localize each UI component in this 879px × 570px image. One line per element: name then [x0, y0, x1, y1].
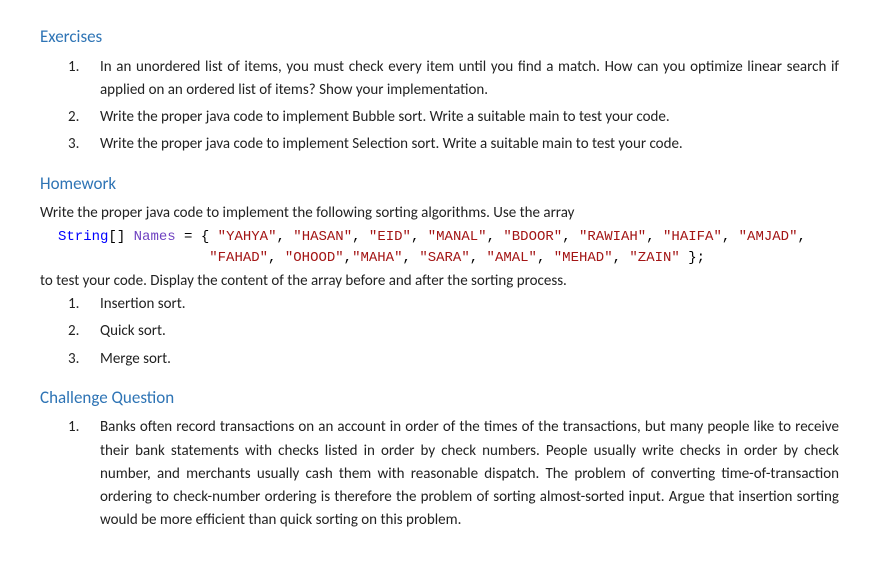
list-text: Merge sort. [100, 350, 171, 368]
code-type: String [58, 229, 108, 245]
code-brackets: [] [108, 229, 125, 245]
code-comma: , [646, 229, 663, 245]
code-value: "YAHYA" [218, 229, 277, 245]
list-text: Write the proper java code to implement … [100, 135, 683, 153]
code-comma: , [562, 229, 579, 245]
code-comma: , [797, 229, 805, 245]
code-comma: , [722, 229, 739, 245]
code-value: "OHOOD" [285, 250, 344, 266]
code-comma: , [403, 250, 420, 266]
code-value: "EID" [369, 229, 411, 245]
list-item: 1. Insertion sort. [68, 293, 839, 316]
code-varname: Names [134, 229, 176, 245]
homework-outro: to test your code. Display the content o… [40, 270, 839, 293]
code-value: "SARA" [419, 250, 469, 266]
code-comma: , [613, 250, 630, 266]
exercises-list: 1. In an unordered list of items, you mus… [40, 56, 839, 157]
code-comma: , [411, 229, 428, 245]
homework-heading: Homework [40, 171, 839, 197]
code-comma: , [470, 250, 487, 266]
list-text: Banks often record transactions on an ac… [100, 418, 839, 529]
code-value: "HAIFA" [663, 229, 722, 245]
list-number: 1. [68, 416, 79, 439]
code-value: "BDOOR" [503, 229, 562, 245]
code-value: "FAHAD" [209, 250, 268, 266]
code-equals: = { [176, 229, 218, 245]
code-snippet: String[] Names = { "YAHYA", "HASAN", "EI… [58, 227, 839, 268]
list-item: 2. Write the proper java code to implemen… [68, 106, 839, 129]
code-comma: , [352, 229, 369, 245]
homework-intro: Write the proper java code to implement … [40, 202, 839, 225]
list-number: 1. [68, 293, 79, 316]
code-value: "HASAN" [293, 229, 352, 245]
code-comma: , [487, 229, 504, 245]
code-value: "MEHAD" [554, 250, 613, 266]
code-value: "AMAL" [487, 250, 537, 266]
code-value: "ZAIN" [629, 250, 679, 266]
list-number: 3. [68, 348, 79, 371]
code-comma: , [276, 229, 293, 245]
challenge-list: 1. Banks often record transactions on an … [40, 416, 839, 532]
code-comma: , [344, 250, 352, 266]
list-number: 3. [68, 133, 79, 156]
list-text: Insertion sort. [100, 295, 186, 313]
list-item: 3. Write the proper java code to implemen… [68, 133, 839, 156]
list-text: Write the proper java code to implement … [100, 108, 670, 126]
exercises-heading: Exercises [40, 24, 839, 50]
list-number: 1. [68, 56, 79, 79]
code-value: "MAHA" [352, 250, 402, 266]
code-comma: , [268, 250, 285, 266]
code-value: "RAWIAH" [579, 229, 646, 245]
list-item: 1. In an unordered list of items, you mus… [68, 56, 839, 103]
list-number: 2. [68, 106, 79, 129]
list-item: 1. Banks often record transactions on an … [68, 416, 839, 532]
challenge-heading: Challenge Question [40, 385, 839, 411]
list-item: 3. Merge sort. [68, 348, 839, 371]
homework-list: 1. Insertion sort. 2. Quick sort. 3. Merge … [40, 293, 839, 371]
list-text: In an unordered list of items, you must … [100, 58, 839, 99]
code-close: }; [680, 250, 705, 266]
list-text: Quick sort. [100, 322, 166, 340]
list-number: 2. [68, 320, 79, 343]
code-value: "AMJAD" [739, 229, 798, 245]
code-comma: , [537, 250, 554, 266]
list-item: 2. Quick sort. [68, 320, 839, 343]
code-value: "MANAL" [428, 229, 487, 245]
